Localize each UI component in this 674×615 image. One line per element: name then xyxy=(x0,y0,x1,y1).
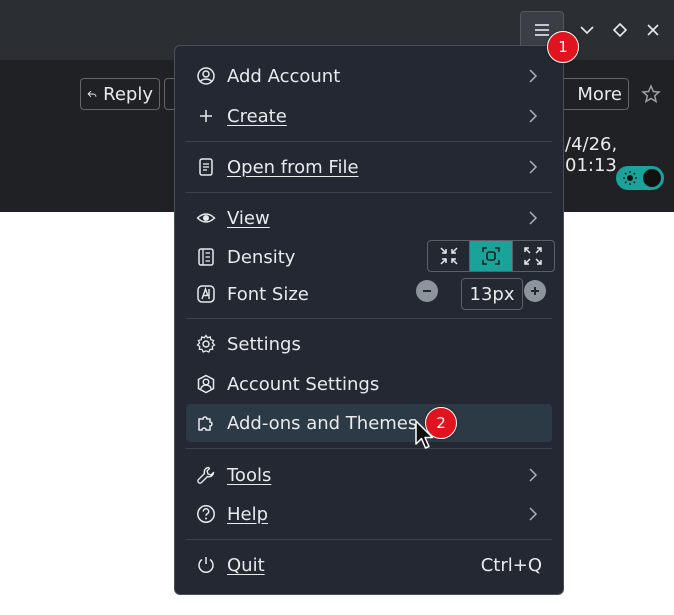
maximize-button[interactable] xyxy=(610,20,630,40)
reply-button[interactable]: Reply xyxy=(80,78,160,110)
menu-item-label: Add Account xyxy=(227,65,341,87)
menu-item-tools[interactable]: Tools xyxy=(186,456,552,494)
menu-item-label: Add-ons and Themes xyxy=(227,412,418,434)
menu-item-label: Open from File xyxy=(227,156,359,178)
minimize-button[interactable] xyxy=(577,20,597,40)
menu-separator xyxy=(186,141,552,142)
more-label: More xyxy=(577,83,622,105)
menu-item-label: Tools xyxy=(227,464,272,486)
menu-item-label: Account Settings xyxy=(227,373,380,395)
chevron-right-icon xyxy=(529,211,538,225)
dark-mode-toggle[interactable] xyxy=(616,166,664,190)
density-selector xyxy=(427,240,555,272)
menu-item-density: Density xyxy=(186,238,555,276)
menu-item-label: Create xyxy=(227,105,287,127)
wrench-icon xyxy=(196,465,216,485)
expand-icon xyxy=(524,247,543,265)
menu-item-settings[interactable]: Settings xyxy=(186,325,552,363)
font-size-value[interactable]: 13px xyxy=(461,278,523,310)
chevron-right-icon xyxy=(529,69,538,83)
chevron-right-icon xyxy=(529,507,538,521)
density-compact-button[interactable] xyxy=(428,241,471,271)
menu-item-add-ons-and-themes[interactable]: Add-ons and Themes xyxy=(186,404,552,442)
compress-icon xyxy=(440,247,458,265)
mouse-cursor-icon xyxy=(415,420,434,449)
gear-icon xyxy=(196,334,216,354)
menu-item-label: Font Size xyxy=(227,283,309,305)
toggle-knob xyxy=(643,169,661,187)
reply-icon xyxy=(87,90,97,98)
menu-item-label: Quit xyxy=(227,554,265,576)
annotation-badge: 1 xyxy=(547,31,579,63)
menu-item-label: Settings xyxy=(227,333,301,355)
chevron-right-icon xyxy=(529,468,538,482)
menu-item-label: View xyxy=(227,207,270,229)
density-icon xyxy=(196,247,216,267)
menu-item-shortcut: Ctrl+Q xyxy=(480,554,542,576)
font-size-increase-button[interactable] xyxy=(524,280,546,302)
chevron-right-icon xyxy=(529,109,538,123)
density-normal-button[interactable] xyxy=(470,241,513,271)
close-icon xyxy=(647,24,659,36)
menu-item-label: Help xyxy=(227,503,269,525)
menu-item-account-settings[interactable]: Account Settings xyxy=(186,365,552,403)
sun-icon xyxy=(623,171,637,185)
more-button[interactable]: More xyxy=(553,78,629,110)
chevron-right-icon xyxy=(529,160,538,174)
diamond-icon xyxy=(612,22,628,38)
chevron-down-icon xyxy=(580,26,594,35)
plus-icon xyxy=(531,287,539,295)
account-add-icon xyxy=(196,66,216,86)
menu-separator xyxy=(186,448,552,449)
menu-item-create[interactable]: Create xyxy=(186,97,552,135)
eye-icon xyxy=(196,208,216,228)
puzzle-icon xyxy=(196,413,216,433)
star-button[interactable] xyxy=(641,84,661,108)
menu-item-view[interactable]: View xyxy=(186,199,552,237)
menu-item-add-account[interactable]: Add Account xyxy=(186,57,552,95)
font-size-icon xyxy=(196,284,216,304)
account-settings-icon xyxy=(196,374,216,394)
reply-label: Reply xyxy=(103,83,153,105)
focus-icon xyxy=(482,247,500,265)
density-relaxed-button[interactable] xyxy=(513,241,554,271)
menu-item-quit[interactable]: Quit Ctrl+Q xyxy=(186,546,552,584)
menu-item-label: Density xyxy=(227,246,296,268)
plus-icon xyxy=(196,106,216,126)
hamburger-icon xyxy=(535,24,549,36)
close-button[interactable] xyxy=(643,20,663,40)
font-size-decrease-button[interactable] xyxy=(416,280,438,302)
help-icon xyxy=(196,504,216,524)
menu-item-open-from-file[interactable]: Open from File xyxy=(186,148,552,186)
menu-item-help[interactable]: Help xyxy=(186,495,552,533)
file-icon xyxy=(196,157,216,177)
menu-separator xyxy=(186,192,552,193)
minus-icon xyxy=(423,290,431,292)
menu-separator xyxy=(186,539,552,540)
menu-separator xyxy=(186,318,552,319)
app-menu-panel: Add Account Create Open from File View D… xyxy=(174,45,564,595)
menu-item-font-size: Font Size 13px xyxy=(186,275,552,313)
power-icon xyxy=(196,555,216,575)
star-icon xyxy=(641,84,661,104)
